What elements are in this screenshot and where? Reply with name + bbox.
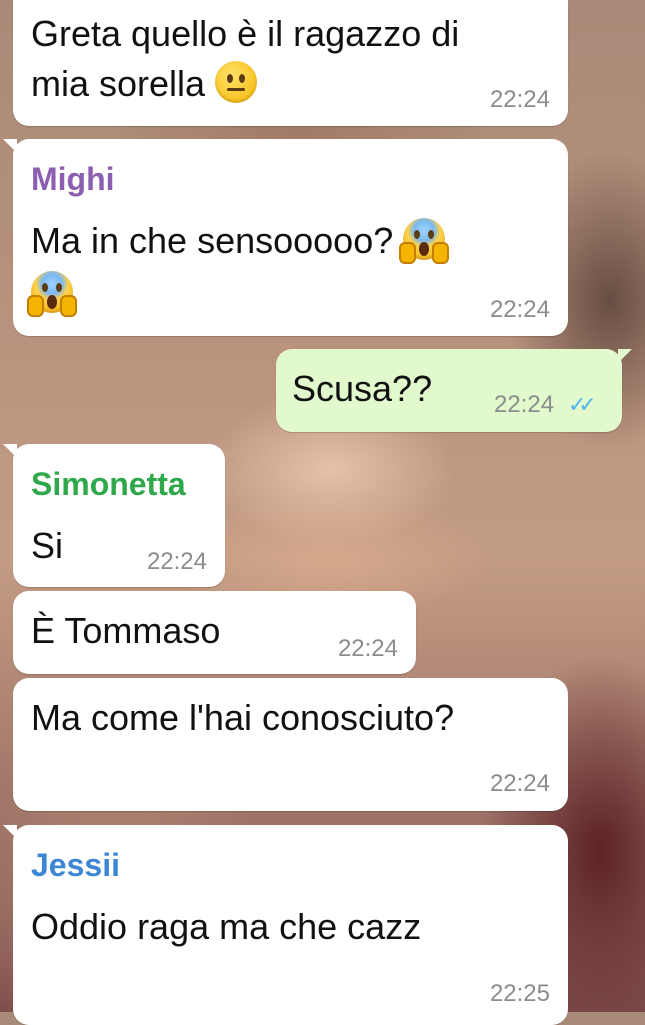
face-screaming-in-fear-emoji	[399, 218, 450, 264]
message-bubble-incoming[interactable]: È Tommaso 22:24	[13, 591, 416, 674]
message-timestamp: 22:25	[489, 980, 550, 1007]
message-timestamp: 22:24	[489, 86, 550, 113]
message-bubble-incoming[interactable]: Jessii Oddio raga ma che cazz 22:25	[3, 825, 568, 1025]
face-screaming-in-fear-emoji	[27, 271, 77, 317]
message-text: Ma come l'hai conosciuto?	[31, 697, 455, 738]
message-text: Scusa??	[292, 368, 433, 409]
message-text: Ma in che sensooooo?	[31, 217, 450, 265]
message-bubble-incoming[interactable]: Ma come l'hai conosciuto? 22:24	[13, 678, 568, 811]
message-timestamp: 22:24	[489, 770, 550, 797]
message-timestamp: 22:24	[489, 296, 550, 323]
sender-name[interactable]: Simonetta	[31, 464, 186, 504]
message-timestamp: 22:24	[337, 635, 398, 662]
read-double-check-icon: ✓✓	[568, 392, 597, 417]
message-text: Si	[31, 525, 64, 566]
sender-name[interactable]: Mighi	[31, 159, 115, 199]
message-timestamp: 22:24	[146, 548, 207, 575]
message-text: Greta quello è il ragazzo di	[31, 13, 460, 54]
sender-name[interactable]: Jessii	[31, 845, 120, 885]
neutral-face-emoji	[215, 61, 258, 103]
message-text: Oddio raga ma che cazz	[31, 906, 422, 947]
message-bubble-outgoing[interactable]: Scusa?? 22:24 ✓✓	[276, 349, 632, 432]
message-bubble-incoming[interactable]: Mighi Ma in che sensooooo? 22:24	[3, 139, 568, 336]
message-bubble-incoming[interactable]: Greta quello è il ragazzo di mia sorella…	[13, 0, 568, 126]
message-bubble-incoming[interactable]: Simonetta Si 22:24	[3, 444, 225, 587]
message-timestamp: 22:24	[494, 391, 555, 418]
message-text: È Tommaso	[31, 610, 221, 651]
message-text: mia sorella	[31, 60, 258, 108]
